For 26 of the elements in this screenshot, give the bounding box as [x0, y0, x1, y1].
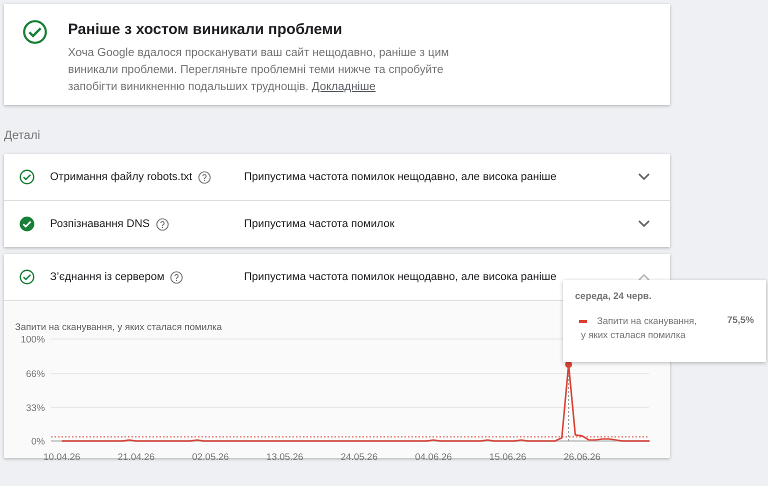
chart-title: Запити на сканування, у яких сталася помилка [15, 322, 222, 334]
tooltip-value: 75,5% [727, 315, 754, 326]
x-axis-label: 02.05.26 [192, 452, 229, 463]
row-label: Розпізнавання DNS [50, 218, 150, 230]
x-axis-label: 24.05.26 [340, 452, 378, 463]
learn-more-link[interactable]: Докладніше [312, 81, 376, 93]
x-axis-label: 10.04.26 [43, 452, 80, 463]
y-axis-label: 0% [31, 436, 45, 448]
row-status: Припустима частота помилок [244, 218, 394, 230]
tooltip-date: середа, 24 черв. [575, 291, 653, 302]
y-axis-label: 66% [26, 369, 45, 380]
summary-description: Хоча Google вдалося просканувати ваш сайт нещодавно, раніше з цим виникали проблеми. Перегляньте проблемні теми нижче та спробуйте запобігти виникненню подальших труднощів. Докладніше [68, 46, 450, 95]
x-axis-label: 26.06.26 [564, 452, 601, 463]
summary-title: Раніше з хостом виникали проблеми [68, 21, 344, 38]
tooltip-series-name: Запити на сканування, у яких сталася помилка [581, 315, 697, 343]
x-axis-label: 21.04.26 [118, 452, 155, 463]
section-label: Деталі [4, 128, 42, 142]
row-status: Припустима частота помилок нещодавно, але висока раніше [244, 171, 557, 183]
row-label: З’єднання із сервером [50, 271, 164, 283]
row-label: Отримання файлу robots.txt [50, 171, 192, 183]
x-axis-label: 13.05.26 [266, 452, 304, 463]
y-axis-label: 33% [26, 402, 45, 414]
row-status: Припустима частота помилок нещодавно, але висока раніше [244, 271, 557, 283]
x-axis-label: 04.06.26 [414, 452, 452, 463]
y-axis-label: 100% [20, 335, 45, 346]
x-axis-label: 15.06.26 [489, 452, 526, 463]
